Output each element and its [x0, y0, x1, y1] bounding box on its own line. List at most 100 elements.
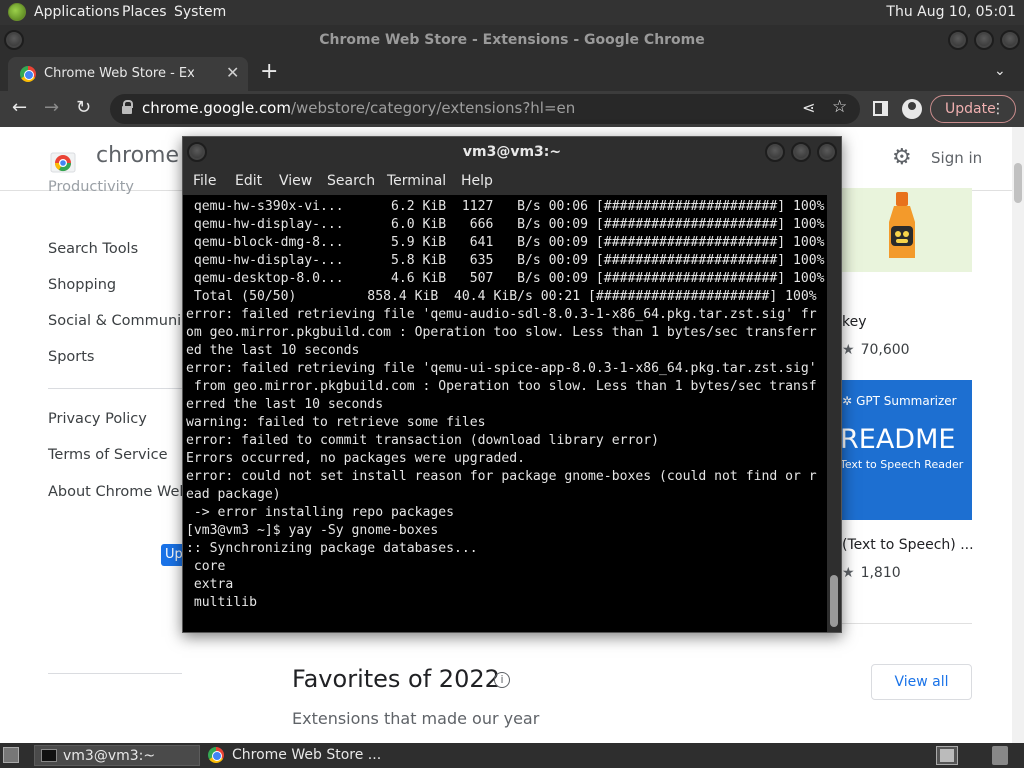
terminal-scrollbar[interactable] — [827, 195, 841, 632]
close-window-button[interactable] — [817, 142, 837, 162]
favorites-heading: Favorites of 2022 — [292, 665, 500, 693]
terminal-line: warning: failed to retrieve some files — [186, 415, 486, 430]
extension-name[interactable]: key — [842, 314, 867, 330]
extension-name[interactable]: (Text to Speech) ... — [842, 537, 974, 553]
menu-edit[interactable]: Edit — [235, 173, 262, 189]
applications-menu[interactable]: Applications — [34, 4, 120, 20]
card-banner-top: ✲ GPT Summarizer — [842, 394, 957, 408]
terminal-line: qemu-block-dmg-8... 5.9 KiB 641 B/s 00:0… — [186, 235, 825, 250]
terminal-line: -> error installing repo packages — [186, 505, 455, 520]
profile-avatar-icon[interactable] — [902, 99, 922, 119]
taskbar-item-terminal[interactable]: vm3@vm3:~ — [34, 745, 200, 766]
gnome-logo-icon[interactable] — [8, 3, 26, 21]
scrollbar-thumb[interactable] — [1014, 163, 1022, 203]
close-window-button[interactable] — [1000, 30, 1020, 50]
places-menu[interactable]: Places — [122, 4, 167, 20]
terminal-line: [vm3@vm3 ~]$ yay -Sy gnome-boxes — [186, 523, 439, 538]
url-path: /webstore/category/extensions?hl=en — [290, 99, 576, 117]
minimize-button[interactable] — [765, 142, 785, 162]
nav-item-productivity[interactable]: Productivity — [48, 179, 134, 195]
terminal-line: ead package) — [186, 487, 281, 502]
chrome-titlebar[interactable]: Chrome Web Store - Extensions - Google C… — [0, 25, 1024, 55]
terminal-line: error: failed retrieving file 'qemu-ui-s… — [186, 361, 817, 376]
top-panel: Applications Places System Thu Aug 10, 0… — [0, 0, 1024, 25]
privacy-policy-link[interactable]: Privacy Policy — [48, 411, 147, 427]
terminal-line: :: Synchronizing package databases... — [186, 541, 478, 556]
card-banner-main: README — [840, 424, 956, 455]
window-menu-button[interactable] — [4, 30, 24, 50]
terminal-line: error: failed to commit transaction (dow… — [186, 433, 659, 448]
bottle-mascot-icon — [889, 192, 915, 258]
menu-terminal[interactable]: Terminal — [387, 173, 446, 189]
update-button[interactable]: Update ⋮ — [930, 95, 1016, 123]
extension-card-image[interactable] — [836, 188, 972, 272]
address-bar[interactable]: chrome.google.com/webstore/category/exte… — [110, 94, 860, 124]
terminal-line: om geo.mirror.pkgbuild.com : Operation t… — [186, 325, 817, 340]
sign-in-link[interactable]: Sign in — [931, 149, 982, 167]
view-all-button[interactable]: View all — [871, 664, 972, 700]
card-banner-top-text: GPT Summarizer — [856, 394, 957, 408]
share-icon[interactable]: ⋖ — [802, 98, 815, 117]
toolbar: ← → ↻ chrome.google.com/webstore/categor… — [0, 91, 1024, 127]
terminal-window: vm3@vm3:~ File Edit View Search Terminal… — [182, 136, 842, 633]
tab-chrome-web-store[interactable]: Chrome Web Store - Extensions ✕ — [8, 57, 248, 91]
menu-help[interactable]: Help — [461, 173, 493, 189]
scrollbar-thumb[interactable] — [830, 575, 838, 627]
maximize-button[interactable] — [791, 142, 811, 162]
bookmark-star-icon[interactable]: ☆ — [832, 97, 847, 117]
terminal-icon — [41, 749, 57, 762]
side-panel-icon[interactable] — [873, 101, 888, 116]
reload-button[interactable]: ↻ — [76, 97, 91, 118]
forward-button[interactable]: → — [44, 97, 59, 118]
terminal-line: core — [186, 559, 226, 574]
menu-view[interactable]: View — [279, 173, 312, 189]
gear-icon[interactable]: ⚙ — [892, 145, 912, 170]
terminal-output[interactable]: qemu-hw-s390x-vi... 6.2 KiB 1127 B/s 00:… — [183, 195, 827, 632]
back-button[interactable]: ← — [12, 97, 27, 118]
nav-item-shopping[interactable]: Shopping — [48, 277, 116, 293]
taskbar-item-chrome[interactable]: Chrome Web Store ... — [202, 745, 402, 766]
maximize-button[interactable] — [974, 30, 994, 50]
terminal-line: qemu-hw-s390x-vi... 6.2 KiB 1127 B/s 00:… — [186, 199, 825, 214]
chrome-icon — [208, 747, 224, 763]
show-desktop-icon[interactable] — [3, 747, 19, 763]
menu-file[interactable]: File — [193, 173, 216, 189]
taskbar-item-label: vm3@vm3:~ — [63, 748, 156, 764]
extension-card-image[interactable]: ✲ GPT Summarizer README Text to Speech Re… — [836, 380, 972, 520]
close-tab-icon[interactable]: ✕ — [226, 63, 239, 82]
extension-rating: ★ 70,600 — [842, 342, 910, 358]
info-icon[interactable]: i — [494, 672, 510, 688]
terms-of-service-link[interactable]: Terms of Service — [48, 447, 167, 463]
rating-count: 1,810 — [860, 565, 901, 581]
nav-item-sports[interactable]: Sports — [48, 349, 94, 365]
workspace-switcher[interactable] — [936, 746, 958, 765]
more-menu-icon[interactable]: ⋮ — [991, 96, 1005, 122]
terminal-line: extra — [186, 577, 234, 592]
terminal-line: from geo.mirror.pkgbuild.com : Operation… — [186, 379, 817, 394]
update-label: Update — [945, 101, 996, 117]
minimize-button[interactable] — [948, 30, 968, 50]
system-menu[interactable]: System — [174, 4, 226, 20]
page-scrollbar[interactable] — [1012, 127, 1024, 743]
taskbar-item-label: Chrome Web Store ... — [232, 747, 382, 763]
openai-icon: ✲ — [842, 394, 853, 408]
menu-search[interactable]: Search — [327, 173, 375, 189]
trash-icon[interactable] — [992, 746, 1008, 765]
terminal-line: qemu-hw-display-... 6.0 KiB 666 B/s 00:0… — [186, 217, 825, 232]
clock[interactable]: Thu Aug 10, 05:01 — [886, 4, 1016, 20]
chrome-favicon-icon — [20, 66, 36, 82]
new-tab-button[interactable]: + — [260, 59, 278, 84]
update-notification-chip[interactable]: Updated — [161, 544, 183, 566]
lock-icon[interactable] — [122, 100, 133, 114]
taskbar: vm3@vm3:~ Chrome Web Store ... — [0, 743, 1024, 768]
terminal-titlebar[interactable]: vm3@vm3:~ — [183, 137, 841, 169]
chrome-web-store-logo-icon[interactable] — [50, 147, 76, 173]
extension-rating: ★ 1,810 — [842, 565, 901, 581]
terminal-title: vm3@vm3:~ — [462, 144, 562, 160]
nav-item-search-tools[interactable]: Search Tools — [48, 241, 138, 257]
nav-divider — [48, 388, 182, 389]
tab-search-chevron-icon[interactable]: ⌄ — [994, 63, 1006, 79]
rating-count: 70,600 — [860, 342, 910, 358]
window-menu-button[interactable] — [187, 142, 207, 162]
terminal-line: error: could not set install reason for … — [186, 469, 817, 484]
